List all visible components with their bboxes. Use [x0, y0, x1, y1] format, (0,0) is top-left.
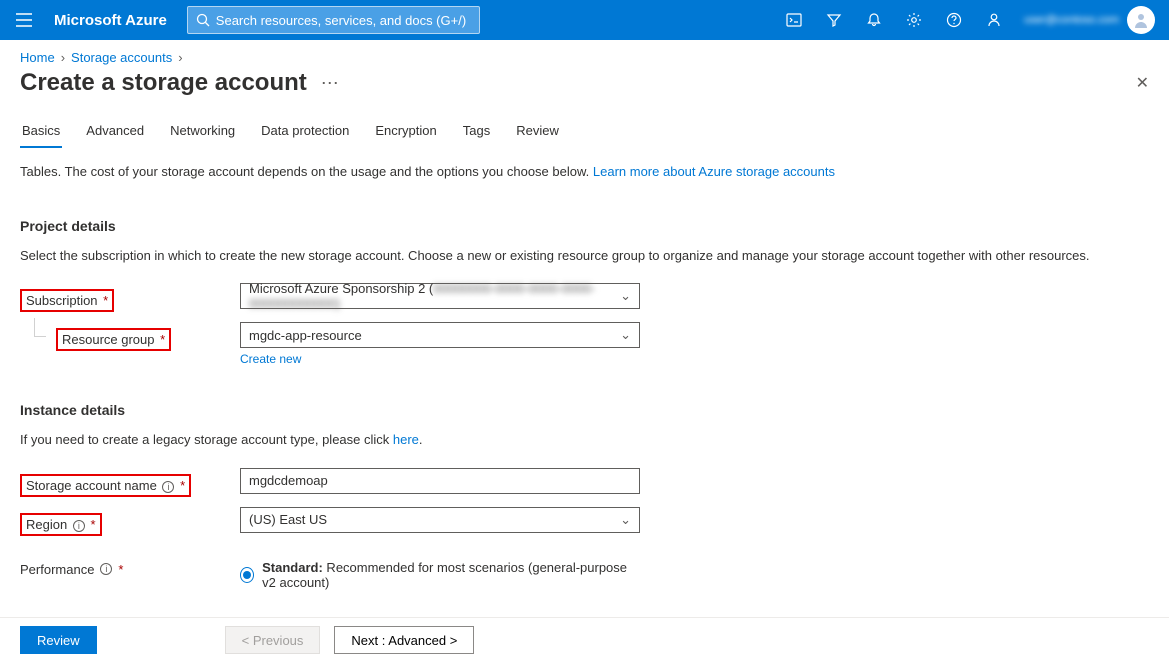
- footer-bar: Review < Previous Next : Advanced >: [0, 617, 1169, 662]
- chevron-down-icon: ⌄: [620, 288, 631, 304]
- breadcrumb-storage-accounts[interactable]: Storage accounts: [71, 50, 172, 65]
- tab-tags[interactable]: Tags: [461, 113, 492, 148]
- instance-details-heading: Instance details: [20, 402, 1149, 418]
- subscription-label: Subscription *: [20, 283, 240, 312]
- close-icon[interactable]: ✕: [1136, 73, 1149, 93]
- chevron-down-icon: ⌄: [620, 327, 631, 343]
- hamburger-icon[interactable]: [0, 0, 48, 40]
- notifications-icon[interactable]: [854, 0, 894, 40]
- legacy-here-link[interactable]: here: [393, 432, 419, 447]
- brand-label[interactable]: Microsoft Azure: [54, 12, 167, 29]
- top-header: Microsoft Azure user@contoso.com: [0, 0, 1169, 40]
- chevron-right-icon: ›: [61, 50, 65, 65]
- tabs: Basics Advanced Networking Data protecti…: [0, 113, 1169, 148]
- tab-review[interactable]: Review: [514, 113, 561, 148]
- performance-label: Performance i *: [20, 556, 240, 577]
- storage-account-name-label: Storage account name i *: [20, 468, 240, 497]
- region-label: Region i *: [20, 507, 240, 536]
- previous-button[interactable]: < Previous: [225, 626, 321, 654]
- subscription-select[interactable]: Microsoft Azure Sponsorship 2 (00000000-…: [240, 283, 640, 309]
- resource-group-label: Resource group *: [20, 322, 240, 351]
- chevron-right-icon: ›: [178, 50, 182, 65]
- project-details-heading: Project details: [20, 218, 1149, 234]
- search-wrap: [187, 6, 481, 34]
- breadcrumb: Home › Storage accounts ›: [0, 40, 1169, 69]
- search-icon: [196, 13, 210, 27]
- info-icon[interactable]: i: [162, 481, 174, 493]
- tab-networking[interactable]: Networking: [168, 113, 237, 148]
- avatar: [1127, 6, 1155, 34]
- review-button[interactable]: Review: [20, 626, 97, 654]
- header-icons: [774, 0, 1014, 40]
- title-row: Create a storage account ⋯ ✕: [0, 69, 1169, 113]
- storage-account-name-input[interactable]: mgdcdemoap: [240, 468, 640, 494]
- intro-text: Tables. The cost of your storage account…: [20, 162, 1149, 182]
- filter-icon[interactable]: [814, 0, 854, 40]
- help-icon[interactable]: [934, 0, 974, 40]
- info-icon[interactable]: i: [100, 563, 112, 575]
- region-select[interactable]: (US) East US ⌄: [240, 507, 640, 533]
- cloud-shell-icon[interactable]: [774, 0, 814, 40]
- chevron-down-icon: ⌄: [620, 512, 631, 528]
- more-actions-icon[interactable]: ⋯: [313, 73, 347, 94]
- project-details-desc: Select the subscription in which to crea…: [20, 246, 1149, 266]
- search-input[interactable]: [216, 13, 472, 28]
- settings-icon[interactable]: [894, 0, 934, 40]
- info-icon[interactable]: i: [73, 520, 85, 532]
- resource-group-select[interactable]: mgdc-app-resource ⌄: [240, 322, 640, 348]
- instance-details-desc: If you need to create a legacy storage a…: [20, 430, 1149, 450]
- account-label: user@contoso.com: [1024, 14, 1119, 26]
- feedback-icon[interactable]: [974, 0, 1014, 40]
- search-box[interactable]: [187, 6, 481, 34]
- performance-standard-radio[interactable]: Standard: Recommended for most scenarios…: [240, 556, 640, 590]
- tab-data-protection[interactable]: Data protection: [259, 113, 351, 148]
- page-title: Create a storage account: [20, 69, 307, 97]
- main-content[interactable]: Tables. The cost of your storage account…: [0, 148, 1169, 614]
- account-area[interactable]: user@contoso.com: [1014, 6, 1159, 34]
- create-new-link[interactable]: Create new: [240, 352, 301, 366]
- next-button[interactable]: Next : Advanced >: [334, 626, 474, 654]
- learn-more-link[interactable]: Learn more about Azure storage accounts: [593, 164, 835, 179]
- tab-basics[interactable]: Basics: [20, 113, 62, 148]
- tab-advanced[interactable]: Advanced: [84, 113, 146, 148]
- breadcrumb-home[interactable]: Home: [20, 50, 55, 65]
- tab-encryption[interactable]: Encryption: [373, 113, 438, 148]
